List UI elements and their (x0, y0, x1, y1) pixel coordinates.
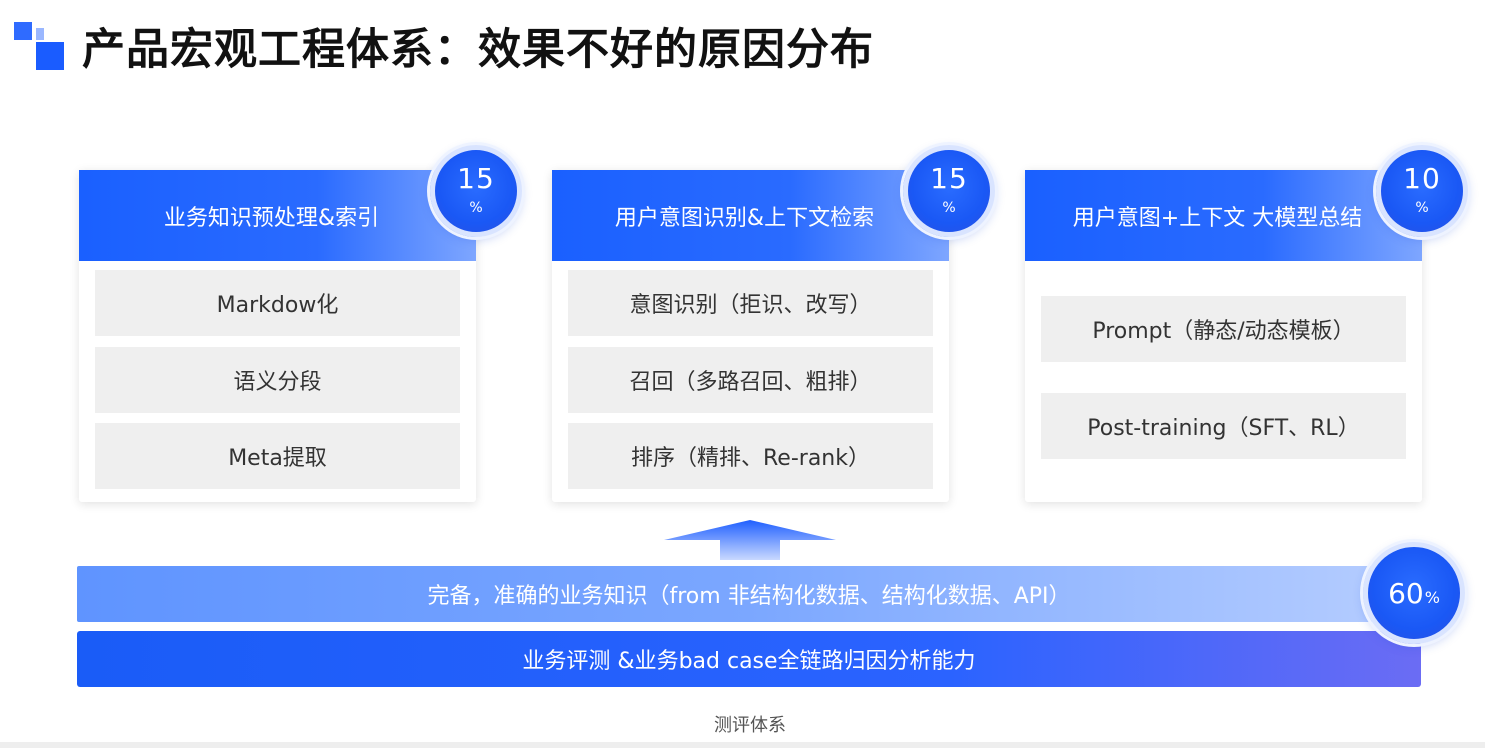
list-item: Markdow化 (95, 270, 460, 336)
badge-value: 10 (1403, 162, 1441, 195)
card-header: 用户意图+上下文 大模型总结 (1025, 170, 1422, 261)
badge-unit: % (1415, 200, 1429, 216)
list-item: Meta提取 (95, 423, 460, 489)
knowledge-percent-badge: 60 % (1363, 542, 1465, 644)
badge-unit: % (942, 200, 956, 216)
card-body: 意图识别（拒识、改写） 召回（多路召回、粗排） 排序（精排、Re-rank） (552, 261, 949, 502)
card-preprocessing: 业务知识预处理&索引 Markdow化 语义分段 Meta提取 (79, 170, 476, 502)
card-header: 用户意图识别&上下文检索 (552, 170, 949, 261)
percent-badge: 10 % (1376, 145, 1468, 237)
percent-badge: 15 % (430, 145, 522, 237)
badge-value: 15 (930, 162, 968, 195)
up-arrow-icon (664, 520, 836, 560)
badge-value: 60 (1388, 576, 1424, 610)
knowledge-band: 完备，准确的业务知识（from 非结构化数据、结构化数据、API） (77, 566, 1421, 622)
list-item: 召回（多路召回、粗排） (568, 347, 933, 413)
card-body: Prompt（静态/动态模板） Post-training（SFT、RL） (1025, 261, 1422, 502)
card-intent-retrieval: 用户意图识别&上下文检索 意图识别（拒识、改写） 召回（多路召回、粗排） 排序（… (552, 170, 949, 502)
badge-value: 15 (457, 162, 495, 195)
list-item: Post-training（SFT、RL） (1041, 393, 1406, 459)
bottom-divider (0, 742, 1485, 748)
caption: 测评体系 (714, 715, 786, 736)
list-item: 排序（精排、Re-rank） (568, 423, 933, 489)
evaluation-band: 业务评测 &业务bad case全链路归因分析能力 (77, 631, 1421, 687)
list-item: 语义分段 (95, 347, 460, 413)
card-llm-summary: 用户意图+上下文 大模型总结 Prompt（静态/动态模板） Post-trai… (1025, 170, 1422, 502)
badge-unit: % (1424, 587, 1440, 607)
logo (14, 22, 66, 74)
list-item: 意图识别（拒识、改写） (568, 270, 933, 336)
badge-unit: % (469, 200, 483, 216)
page-title: 产品宏观工程体系：效果不好的原因分布 (82, 25, 874, 75)
card-body: Markdow化 语义分段 Meta提取 (79, 261, 476, 502)
list-item: Prompt（静态/动态模板） (1041, 296, 1406, 362)
card-header: 业务知识预处理&索引 (79, 170, 476, 261)
percent-badge: 15 % (903, 145, 995, 237)
